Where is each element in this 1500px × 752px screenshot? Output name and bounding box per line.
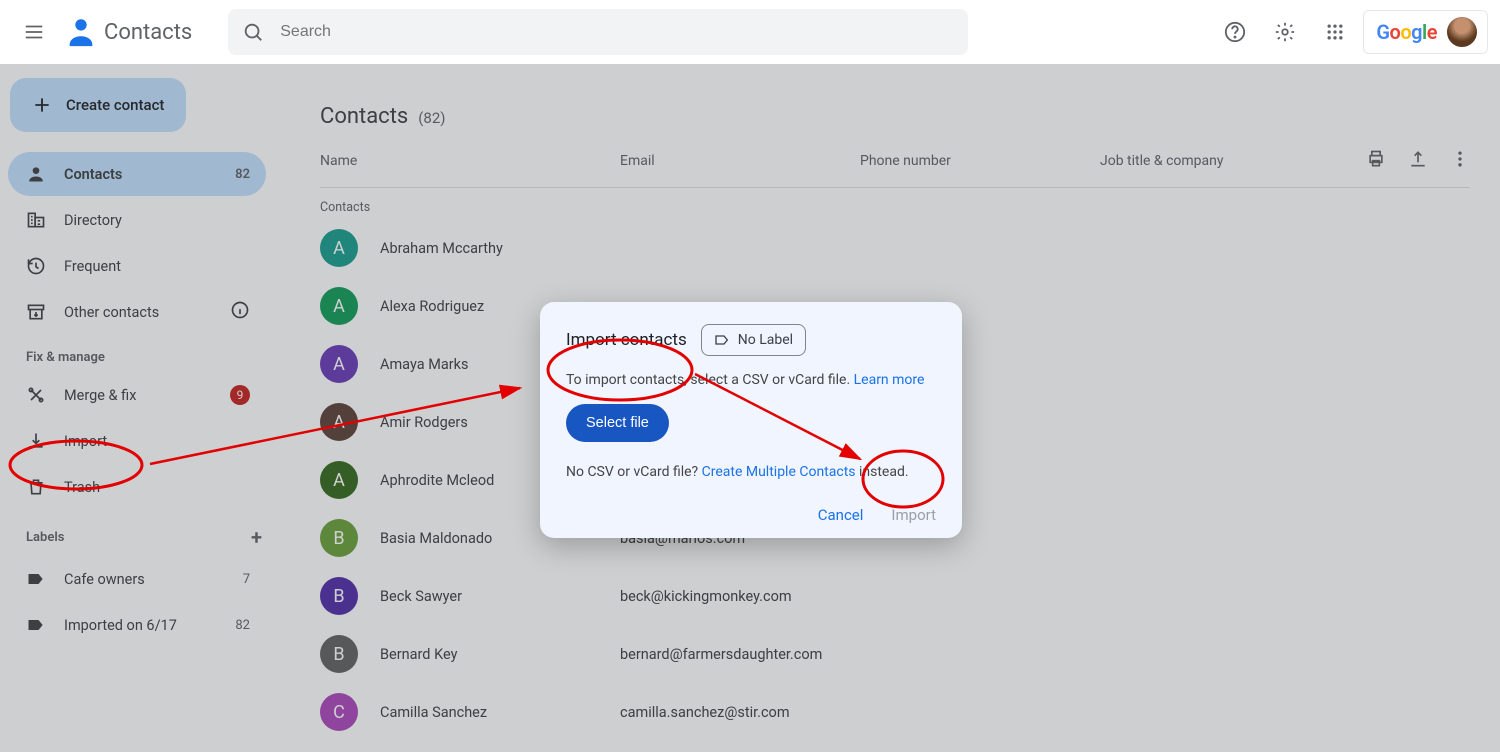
dialog-title: Import contacts	[566, 330, 687, 350]
create-multiple-link[interactable]: Create Multiple Contacts	[702, 464, 856, 480]
header-actions: Google	[1213, 10, 1488, 54]
dialog-body-2a: No CSV or vCard file?	[566, 464, 702, 480]
search-bar[interactable]	[228, 9, 968, 55]
import-dialog: Import contacts No Label To import conta…	[540, 302, 962, 538]
main-menu-button[interactable]	[12, 10, 56, 54]
app-name: Contacts	[104, 20, 192, 45]
no-label-chip[interactable]: No Label	[701, 324, 806, 356]
google-apps-button[interactable]	[1313, 10, 1357, 54]
dialog-body-2b: instead.	[856, 464, 909, 480]
help-icon	[1224, 21, 1246, 43]
account-switcher[interactable]: Google	[1363, 10, 1488, 54]
settings-button[interactable]	[1263, 10, 1307, 54]
dialog-body-1: To import contacts, select a CSV or vCar…	[566, 372, 936, 388]
user-avatar[interactable]	[1445, 15, 1479, 49]
select-file-button[interactable]: Select file	[566, 404, 669, 442]
contacts-app-icon	[64, 15, 98, 49]
dialog-body-1-text: To import contacts, select a CSV or vCar…	[566, 372, 854, 388]
learn-more-link[interactable]: Learn more	[854, 372, 925, 388]
dialog-cancel-button[interactable]: Cancel	[818, 506, 864, 524]
app-body: Create contact Contacts 82 Directory Fre…	[0, 64, 1500, 752]
hamburger-icon	[23, 21, 45, 43]
help-button[interactable]	[1213, 10, 1257, 54]
label-outline-icon	[714, 332, 730, 348]
search-input[interactable]	[278, 22, 954, 42]
google-logo: Google	[1376, 20, 1437, 44]
apps-grid-icon	[1325, 22, 1345, 42]
app-header: Contacts Google	[0, 0, 1500, 64]
no-label-text: No Label	[738, 332, 793, 348]
gear-icon	[1274, 21, 1296, 43]
dialog-import-button[interactable]: Import	[891, 506, 936, 524]
app-logo[interactable]: Contacts	[64, 15, 192, 49]
dialog-body-2: No CSV or vCard file? Create Multiple Co…	[566, 464, 936, 480]
search-icon	[242, 21, 264, 43]
